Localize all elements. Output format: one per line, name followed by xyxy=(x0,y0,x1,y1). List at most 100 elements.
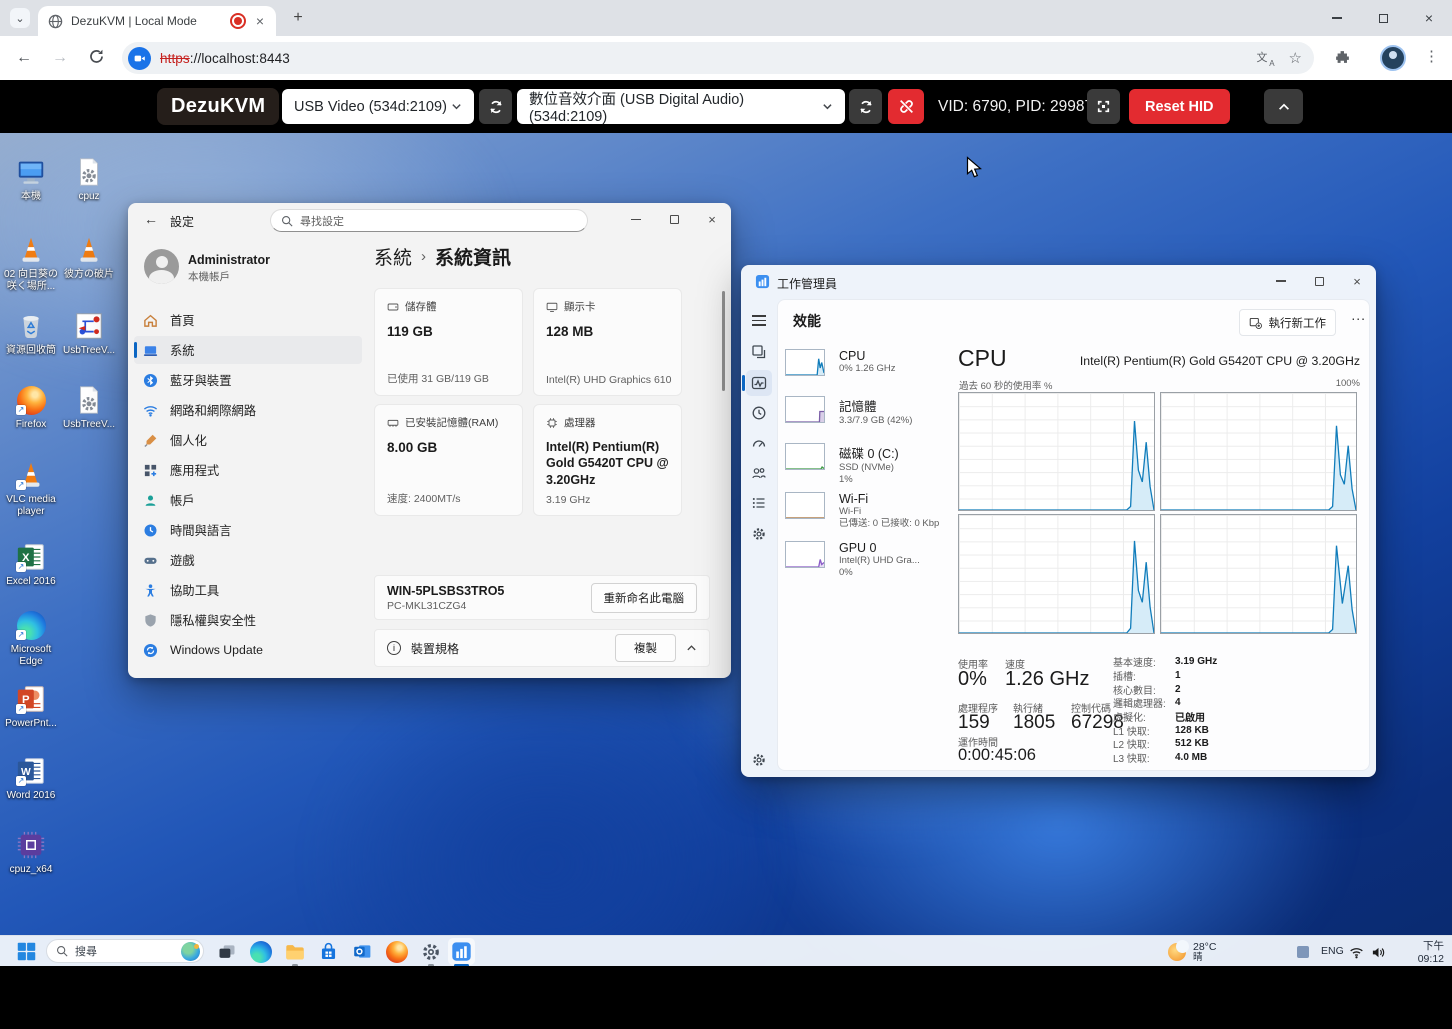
browser-minimize-button[interactable] xyxy=(1314,0,1360,36)
settings-back-button[interactable]: ← xyxy=(144,211,158,227)
sidebar-item-gaming[interactable]: 遊戲 xyxy=(134,546,362,574)
tm-settings-gear-icon[interactable] xyxy=(751,752,767,768)
settings-minimize-button[interactable] xyxy=(617,203,655,236)
reload-icon[interactable] xyxy=(88,48,105,65)
desktop-icon-vlc[interactable]: ↗ VLC media player xyxy=(2,458,60,518)
taskbar-firefox-icon[interactable] xyxy=(384,939,409,964)
tm-maximize-button[interactable] xyxy=(1300,265,1338,297)
copy-button[interactable]: 複製 xyxy=(615,634,676,662)
sidebar-item-windows-update[interactable]: Windows Update xyxy=(134,636,362,664)
browser-maximize-button[interactable] xyxy=(1360,0,1406,36)
sidebar-item-privacy-security[interactable]: 隱私權與安全性 xyxy=(134,606,362,634)
sidebar-item-apps[interactable]: 應用程式 xyxy=(134,456,362,484)
taskbar-task-manager-icon[interactable] xyxy=(448,938,475,965)
reset-hid-button[interactable]: Reset HID xyxy=(1129,89,1230,124)
clock-widget[interactable]: 下午 09:12 2025/10/4 xyxy=(1394,940,1444,966)
browser-close-button[interactable]: × xyxy=(1406,0,1452,36)
update-refresh-icon xyxy=(142,642,158,658)
tab-close-icon[interactable]: × xyxy=(254,13,266,29)
tab-recording-icon xyxy=(230,13,246,29)
settings-scrollbar[interactable] xyxy=(722,291,725,391)
ram-sub: 速度: 2400MT/s xyxy=(387,491,461,506)
tab-services-icon[interactable] xyxy=(751,526,767,542)
settings-search-input[interactable]: 尋找設定 xyxy=(270,209,588,232)
taskbar-search-input[interactable]: 搜尋 xyxy=(46,939,204,963)
camera-capture-icon[interactable] xyxy=(128,47,151,70)
tray-volume-icon[interactable] xyxy=(1371,945,1386,960)
audio-refresh-button[interactable] xyxy=(849,89,882,124)
disconnect-button[interactable] xyxy=(888,89,924,124)
browser-menu-icon[interactable]: ⋮ xyxy=(1424,47,1439,65)
back-icon[interactable]: ← xyxy=(16,48,32,68)
bookmark-star-icon[interactable]: ☆ xyxy=(1289,49,1302,67)
taskbar-settings-gear-icon[interactable] xyxy=(418,939,443,964)
breadcrumb-system[interactable]: 系統 xyxy=(374,243,412,270)
forward-icon[interactable]: → xyxy=(52,48,68,68)
desktop-icon-this-pc[interactable]: 本機 xyxy=(2,155,60,203)
device-spec-row[interactable]: i 裝置規格 複製 xyxy=(374,629,710,667)
desktop-icon-excel[interactable]: X ↗ Excel 2016 xyxy=(2,540,60,588)
remote-desktop[interactable]: 本機 02 向日葵の咲く場所... 資源回收筒 ↗ Firefox ↗ VLC … xyxy=(0,133,1452,966)
tray-wifi-icon[interactable] xyxy=(1349,945,1364,960)
tm-close-button[interactable]: × xyxy=(1338,265,1376,297)
task-manager-title: 工作管理員 xyxy=(777,275,837,292)
desktop-icon-word[interactable]: W ↗ Word 2016 xyxy=(2,754,60,802)
desktop-icon-cpuz[interactable]: cpuz xyxy=(60,155,118,203)
desktop-icon-media-file-1[interactable]: 02 向日葵の咲く場所... xyxy=(2,233,60,293)
gear-document-icon xyxy=(72,155,106,189)
tab-processes-icon[interactable] xyxy=(751,344,767,360)
taskbar-file-explorer-icon[interactable] xyxy=(282,939,307,964)
desktop-icon-usbtreeview-doc[interactable]: UsbTreeV... xyxy=(60,383,118,431)
tm-menu-hamburger-icon[interactable] xyxy=(752,315,766,326)
sidebar-item-network-internet[interactable]: 網路和網際網路 xyxy=(134,396,362,424)
translate-icon[interactable]: 文A xyxy=(1257,50,1273,66)
extensions-puzzle-icon[interactable] xyxy=(1334,49,1351,66)
desktop-icon-usbtreeview-app[interactable]: UsbTreeV... xyxy=(60,309,118,357)
tab-search-button[interactable]: ⌄ xyxy=(10,8,30,28)
desktop-icon-cpuz-x64[interactable]: cpuz_x64 xyxy=(2,828,60,876)
tab-details-icon[interactable] xyxy=(751,495,767,511)
browser-tab[interactable]: DezuKVM | Local Mode × xyxy=(38,6,276,36)
sidebar-item-home[interactable]: 首頁 xyxy=(134,306,362,334)
desktop-icon-firefox[interactable]: ↗ Firefox xyxy=(2,383,60,431)
desktop-icon-media-file-2[interactable]: 彼方の破片 xyxy=(60,233,118,281)
tab-startup-apps-icon[interactable] xyxy=(751,435,767,451)
sidebar-item-bluetooth-devices[interactable]: 藍牙與裝置 xyxy=(134,366,362,394)
desktop-icon-powerpoint[interactable]: P ↗ PowerPnt... xyxy=(2,682,60,730)
sidebar-item-system[interactable]: 系統 xyxy=(134,336,362,364)
tab-users-icon[interactable] xyxy=(751,465,767,481)
desktop-icon-edge[interactable]: ↗ Microsoft Edge xyxy=(2,608,60,668)
tab-app-history-icon[interactable] xyxy=(751,405,767,421)
sidebar-item-accounts[interactable]: 帳戶 xyxy=(134,486,362,514)
audio-device-select[interactable]: 數位音效介面 (USB Digital Audio) (534d:2109) xyxy=(517,89,845,124)
video-device-select[interactable]: USB Video (534d:2109) xyxy=(282,89,474,124)
settings-close-button[interactable]: × xyxy=(693,203,731,236)
start-button[interactable] xyxy=(14,939,39,964)
account-avatar[interactable] xyxy=(144,249,179,284)
tm-minimize-button[interactable] xyxy=(1262,265,1300,297)
collapse-toolbar-button[interactable] xyxy=(1264,89,1303,124)
tm-more-button[interactable]: ... xyxy=(1351,307,1366,323)
rename-pc-button[interactable]: 重新命名此電腦 xyxy=(591,583,698,613)
tab-performance-icon[interactable] xyxy=(751,375,767,391)
address-bar[interactable]: https://localhost:8443 文A ☆ xyxy=(122,42,1314,74)
new-tab-button[interactable]: + xyxy=(288,8,308,28)
fullscreen-button[interactable] xyxy=(1087,89,1120,124)
taskbar-outlook-icon[interactable] xyxy=(350,939,375,964)
taskbar-store-icon[interactable] xyxy=(316,939,341,964)
video-refresh-button[interactable] xyxy=(479,89,512,124)
sidebar-item-accessibility[interactable]: 協助工具 xyxy=(134,576,362,604)
weather-widget[interactable]: 28°C 晴 xyxy=(1168,941,1216,964)
taskbar-edge-icon[interactable] xyxy=(248,939,273,964)
profile-avatar[interactable] xyxy=(1380,45,1406,71)
tray-app-icon[interactable] xyxy=(1297,946,1309,958)
sidebar-item-time-language[interactable]: 時間與語言 xyxy=(134,516,362,544)
run-new-task-button[interactable]: 執行新工作 xyxy=(1239,309,1337,336)
language-indicator[interactable]: ENG xyxy=(1321,945,1344,957)
storage-card: 儲存體 119 GB 已使用 31 GB/119 GB xyxy=(374,288,523,396)
chevron-up-icon[interactable] xyxy=(686,643,697,654)
task-view-button[interactable] xyxy=(214,939,239,964)
sidebar-item-personalization[interactable]: 個人化 xyxy=(134,426,362,454)
desktop-icon-recycle-bin[interactable]: 資源回收筒 xyxy=(2,309,60,357)
settings-maximize-button[interactable] xyxy=(655,203,693,236)
